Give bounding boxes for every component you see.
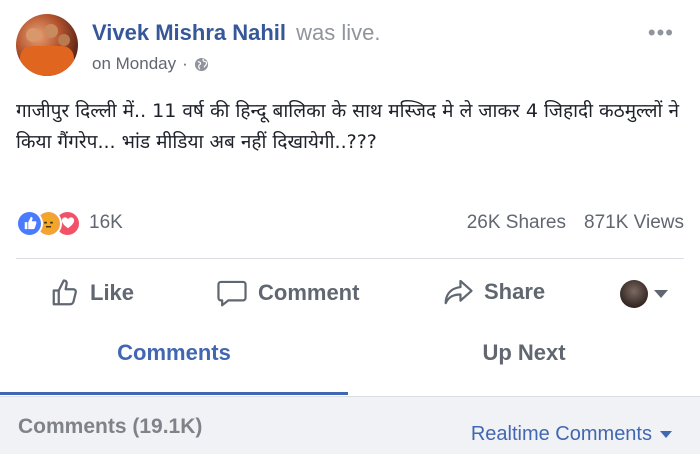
like-icon bbox=[16, 209, 43, 237]
stats-right: 26K Shares 871K Views bbox=[467, 212, 684, 234]
views-count: 871K Views bbox=[584, 212, 684, 233]
share-icon bbox=[444, 279, 473, 305]
author-name[interactable]: Vivek Mishra Nahil bbox=[92, 20, 286, 45]
viewer-avatar bbox=[620, 280, 648, 308]
comments-sort-dropdown[interactable]: Realtime Comments bbox=[471, 423, 672, 446]
meta-separator: · bbox=[182, 54, 188, 73]
post-header: Vivek Mishra Nahil was live. on Monday ·… bbox=[16, 14, 684, 78]
chevron-down-icon bbox=[660, 431, 672, 438]
viewer-switcher[interactable] bbox=[620, 280, 668, 308]
share-button[interactable]: Share bbox=[442, 278, 545, 306]
post-stats: 16K 26K Shares 871K Views bbox=[16, 206, 684, 240]
header-text: Vivek Mishra Nahil was live. on Monday · bbox=[92, 20, 381, 74]
like-label: Like bbox=[90, 280, 135, 305]
comments-sort-label: Realtime Comments bbox=[470, 423, 652, 445]
reaction-count[interactable]: 16K bbox=[89, 212, 123, 234]
tab-comments[interactable]: Comments bbox=[0, 340, 348, 366]
share-label: Share bbox=[484, 279, 546, 304]
tab-up-next[interactable]: Up Next bbox=[348, 340, 700, 366]
post-timestamp[interactable]: on Monday bbox=[92, 54, 176, 74]
active-tab-indicator bbox=[0, 392, 348, 395]
action-bar: Like Comment Share bbox=[16, 266, 684, 324]
comments-count: Comments (19.1K) bbox=[18, 415, 203, 438]
reactions[interactable]: 16K bbox=[16, 209, 123, 237]
thumbs-up-icon bbox=[52, 279, 77, 306]
tab-bar: Comments Up Next bbox=[0, 330, 700, 395]
like-button[interactable]: Like bbox=[50, 278, 134, 308]
comment-label: Comment bbox=[258, 280, 360, 305]
chevron-down-icon bbox=[654, 290, 668, 298]
author-line: Vivek Mishra Nahil was live. bbox=[92, 20, 381, 46]
shares-count[interactable]: 26K Shares bbox=[467, 212, 566, 234]
globe-icon[interactable] bbox=[194, 57, 209, 72]
post-text: गाजीपुर दिल्ली में.. 11 वर्ष की हिन्दू ब… bbox=[16, 100, 680, 153]
author-avatar[interactable] bbox=[16, 14, 78, 76]
comment-button[interactable]: Comment bbox=[216, 278, 359, 308]
live-status: was live. bbox=[296, 20, 381, 45]
post-meta: on Monday · bbox=[92, 54, 381, 74]
comment-icon bbox=[217, 280, 247, 307]
comments-bar: Comments (19.1K) Realtime Comments bbox=[0, 396, 700, 454]
divider bbox=[16, 258, 684, 259]
more-options-icon[interactable]: ••• bbox=[648, 22, 674, 44]
